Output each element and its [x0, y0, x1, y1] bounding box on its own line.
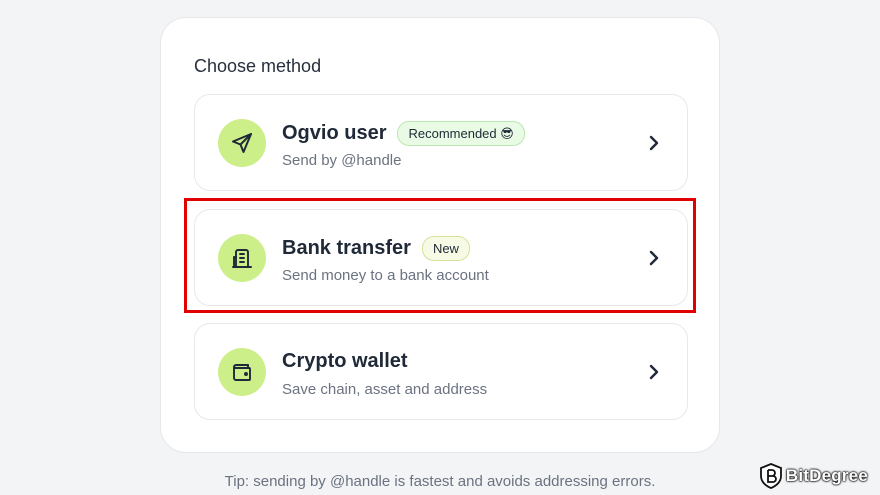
building-icon [218, 234, 266, 282]
method-subtitle: Save chain, asset and address [282, 381, 488, 398]
watermark-text: BitDegree [785, 466, 868, 485]
method-title: Ogvio user [282, 122, 387, 144]
bitdegree-shield-icon [759, 463, 782, 489]
section-heading: Choose method [194, 56, 322, 76]
bitdegree-watermark: BitDegree [759, 463, 868, 489]
new-badge: New [421, 236, 470, 261]
chevron-right-icon [649, 364, 659, 380]
chevron-right-icon [649, 250, 659, 266]
recommended-badge: Recommended 😎 [397, 121, 525, 146]
send-arrow-icon [218, 119, 266, 167]
wallet-icon [218, 348, 266, 396]
method-ogvio-user[interactable]: Ogvio user Recommended 😎 Send by @handle [194, 94, 688, 191]
method-subtitle: Send money to a bank account [282, 267, 489, 284]
method-bank-transfer[interactable]: Bank transfer New Send money to a bank a… [194, 209, 688, 306]
method-crypto-wallet[interactable]: Crypto wallet Save chain, asset and addr… [194, 323, 688, 420]
method-title: Bank transfer [282, 237, 411, 259]
tip-text: Tip: sending by @handle is fastest and a… [224, 473, 656, 490]
method-subtitle: Send by @handle [282, 152, 402, 169]
choose-method-panel: Choose method Ogvio user Recommended 😎 S… [160, 17, 720, 453]
chevron-right-icon [649, 135, 659, 151]
method-title: Crypto wallet [282, 350, 408, 372]
